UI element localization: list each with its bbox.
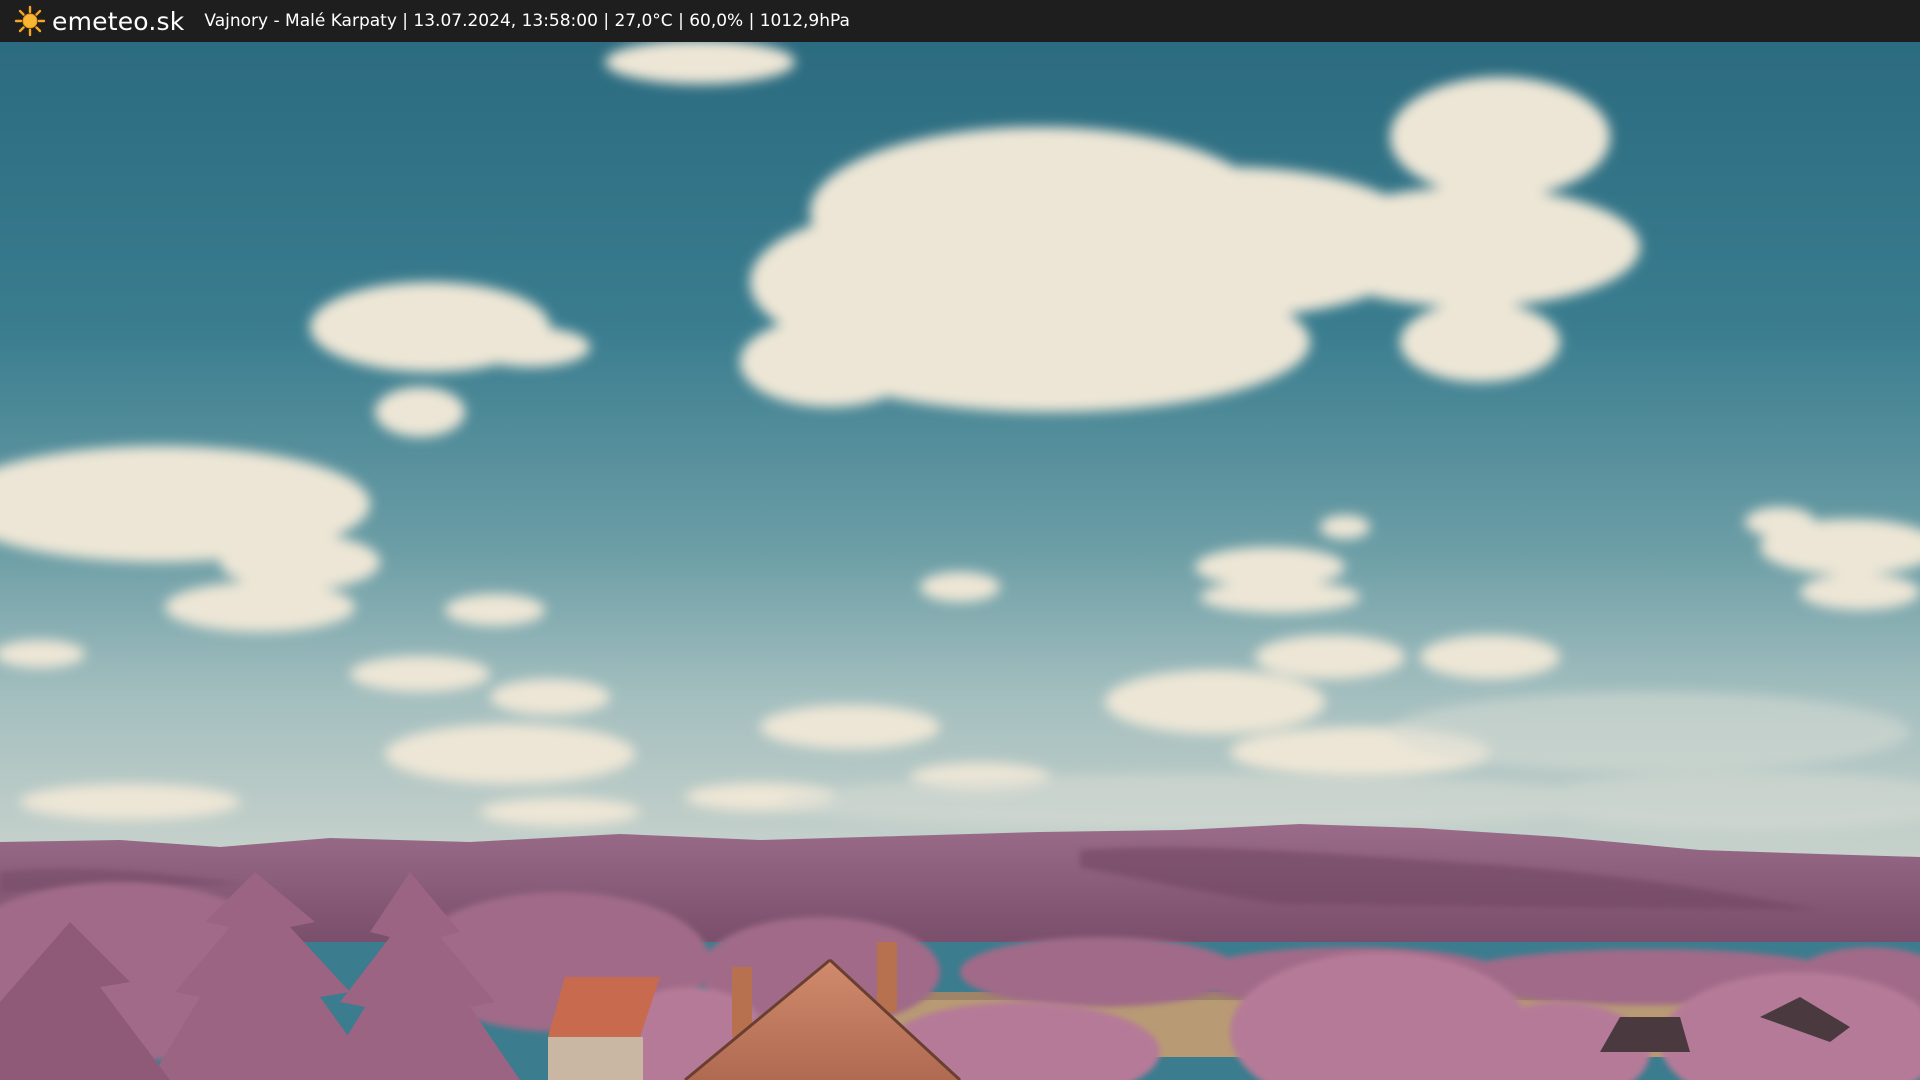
caption-bar: emeteo.sk Vajnory - Malé Karpaty | 13.07… (0, 0, 1920, 42)
sun-icon (14, 5, 46, 37)
webcam-image (0, 42, 1920, 1080)
webcam-frame: emeteo.sk Vajnory - Malé Karpaty | 13.07… (0, 0, 1920, 1080)
brand: emeteo.sk (14, 0, 184, 42)
brand-name: emeteo.sk (52, 6, 185, 36)
station-caption: Vajnory - Malé Karpaty | 13.07.2024, 13:… (204, 11, 850, 31)
